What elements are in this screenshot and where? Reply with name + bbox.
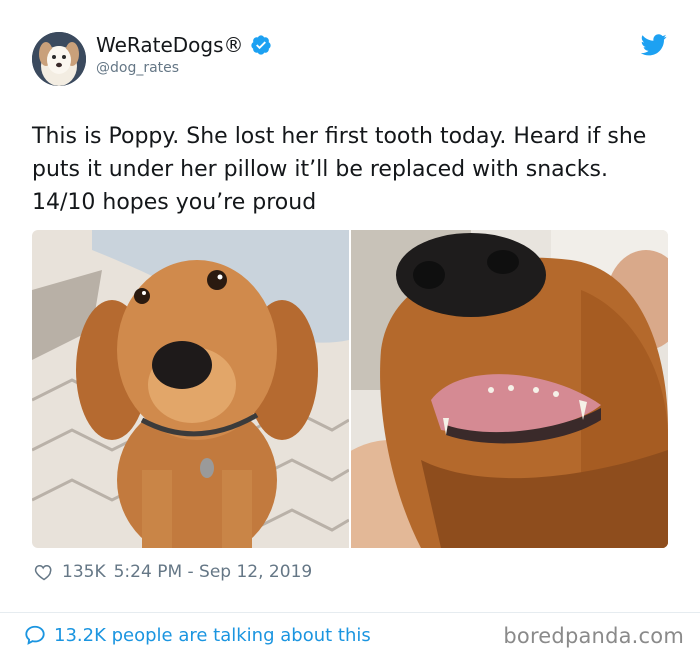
tweet-card: WeRateDogs® @dog_rates This is Poppy. Sh… — [0, 0, 700, 661]
twitter-bird-icon[interactable] — [641, 34, 667, 56]
watermark: boredpanda.com — [503, 624, 684, 648]
conversation-link[interactable]: 13.2K people are talking about this — [24, 624, 371, 646]
photo-puppy-sitting[interactable] — [32, 230, 349, 548]
tweet-media[interactable] — [32, 230, 668, 548]
like-count[interactable]: 135K — [62, 562, 106, 582]
account-name-row[interactable]: WeRateDogs® — [96, 33, 272, 57]
tweet-timestamp[interactable]: 5:24 PM - Sep 12, 2019 — [114, 562, 313, 582]
avatar[interactable] — [32, 32, 86, 86]
photo-puppy-teeth[interactable] — [351, 230, 668, 548]
footer-divider — [0, 612, 700, 613]
heart-icon[interactable] — [34, 562, 54, 582]
display-name[interactable]: WeRateDogs® — [96, 33, 244, 57]
account-handle[interactable]: @dog_rates — [96, 60, 179, 76]
verified-badge-icon — [250, 35, 271, 55]
conversation-text[interactable]: 13.2K people are talking about this — [54, 625, 371, 646]
tweet-text: This is Poppy. She lost her first tooth … — [32, 124, 647, 215]
speech-bubble-icon — [25, 625, 45, 645]
tweet-meta: 135K 5:24 PM - Sep 12, 2019 — [34, 562, 312, 582]
